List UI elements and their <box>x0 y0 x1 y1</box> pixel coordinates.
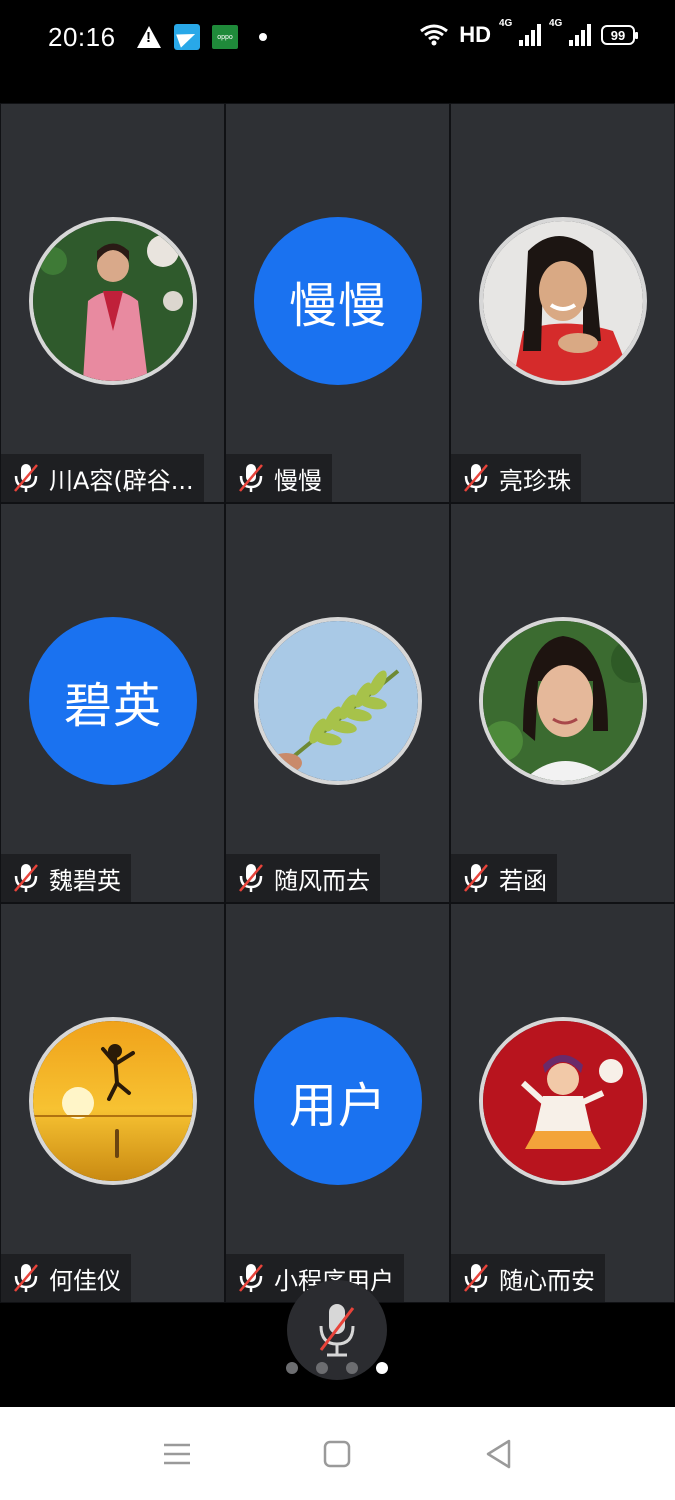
participant-name: 若函 <box>499 866 547 895</box>
avatar: 用户 <box>254 1017 422 1185</box>
participant-tile[interactable]: 川A容(辟谷... <box>1 104 224 502</box>
home-icon[interactable] <box>320 1437 354 1471</box>
mic-muted-icon <box>239 864 263 892</box>
participant-tile[interactable]: 用户 小程序用户 <box>226 904 449 1302</box>
mic-muted-icon <box>464 1264 488 1292</box>
avatar <box>479 1017 647 1185</box>
page-dot[interactable] <box>316 1362 328 1374</box>
avatar <box>479 217 647 385</box>
participant-name-tag: 慢慢 <box>226 454 332 502</box>
avatar <box>29 217 197 385</box>
mic-muted-icon <box>239 464 263 492</box>
hd-indicator: HD <box>459 22 491 47</box>
participant-name-tag: 亮珍珠 <box>451 454 581 502</box>
participant-tile[interactable]: 随心而安 <box>451 904 674 1302</box>
avatar <box>254 617 422 785</box>
avatar: 慢慢 <box>254 217 422 385</box>
page-dot[interactable] <box>286 1362 298 1374</box>
signal-icon: 4G <box>549 18 591 46</box>
participant-tile[interactable]: 慢慢 慢慢 <box>226 104 449 502</box>
participant-tile[interactable]: 随风而去 <box>226 504 449 902</box>
mic-muted-icon <box>319 1304 355 1357</box>
participant-name: 随风而去 <box>274 866 370 895</box>
participant-name: 亮珍珠 <box>499 466 571 495</box>
participant-name-tag: 何佳仪 <box>1 1254 131 1302</box>
participant-tile[interactable]: 亮珍珠 <box>451 104 674 502</box>
system-nav-bar <box>0 1407 675 1500</box>
participant-name: 随心而安 <box>499 1266 595 1295</box>
mic-muted-icon <box>464 864 488 892</box>
menu-icon[interactable] <box>160 1437 194 1471</box>
participant-name-tag: 魏碧英 <box>1 854 131 902</box>
page-dot[interactable] <box>346 1362 358 1374</box>
status-time: 20:16 <box>48 22 116 52</box>
avatar: 碧英 <box>29 617 197 785</box>
participant-name-tag: 川A容(辟谷... <box>1 454 204 502</box>
page-dot-active[interactable] <box>376 1362 388 1374</box>
battery-icon: 99 <box>601 25 638 45</box>
participant-name: 川A容(辟谷... <box>49 466 194 495</box>
participant-tile[interactable]: 何佳仪 <box>1 904 224 1302</box>
avatar <box>479 617 647 785</box>
participant-grid: 川A容(辟谷... 慢慢 慢慢 亮珍珠 碧英 魏碧英 随风而去 若函 何佳仪 用… <box>0 103 675 1303</box>
mic-muted-icon <box>14 864 38 892</box>
signal-icon: 4G <box>499 18 541 46</box>
participant-name-tag: 若函 <box>451 854 557 902</box>
wifi-icon <box>420 24 449 46</box>
participant-name-tag: 随心而安 <box>451 1254 605 1302</box>
participant-tile[interactable]: 若函 <box>451 504 674 902</box>
page-indicator[interactable] <box>286 1362 388 1374</box>
participant-name-tag: 随风而去 <box>226 854 380 902</box>
avatar <box>29 1017 197 1185</box>
participant-name: 何佳仪 <box>49 1266 121 1295</box>
status-notification-icons: oppo <box>136 24 276 50</box>
participant-tile[interactable]: 碧英 魏碧英 <box>1 504 224 902</box>
oppo-app-icon: oppo <box>212 24 238 50</box>
telegram-icon <box>174 24 200 50</box>
back-icon[interactable] <box>482 1437 516 1471</box>
mic-muted-icon <box>239 1264 263 1292</box>
participant-name: 魏碧英 <box>49 866 121 895</box>
mic-muted-icon <box>14 1264 38 1292</box>
status-bar: 20:16 oppo HD 4G 4G 99 <box>0 0 675 80</box>
mic-muted-icon <box>464 464 488 492</box>
notification-dot-icon <box>250 24 276 50</box>
mic-muted-icon <box>14 464 38 492</box>
status-system-icons: HD 4G 4G 99 <box>419 18 638 48</box>
participant-name: 慢慢 <box>274 466 322 495</box>
warning-icon <box>136 24 162 50</box>
